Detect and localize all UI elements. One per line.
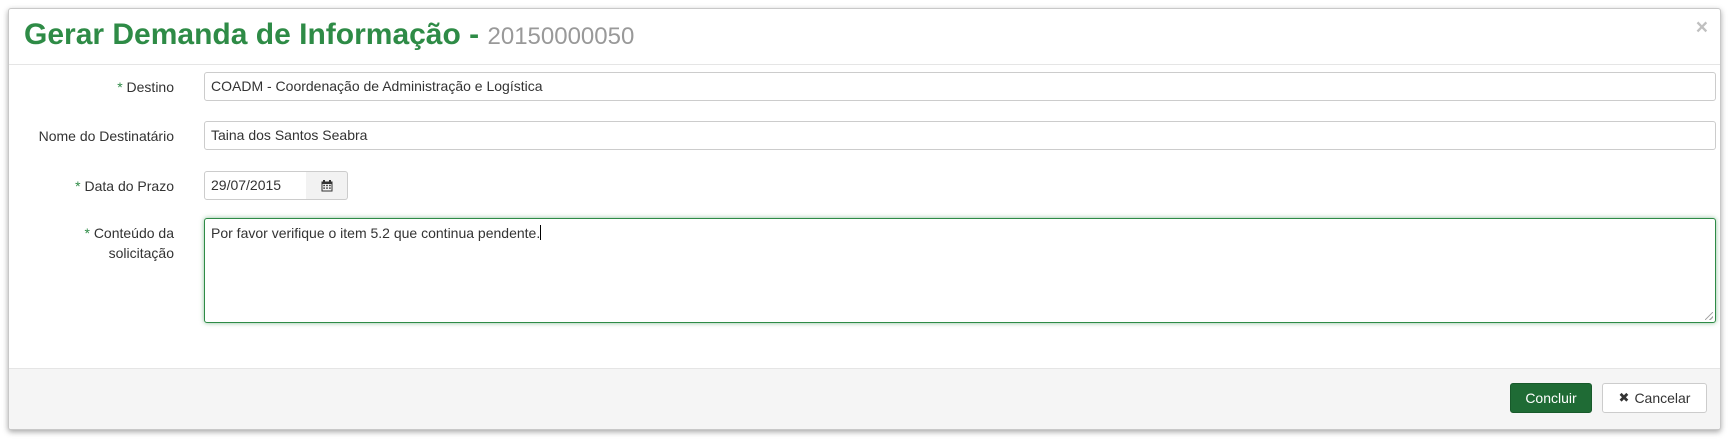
conteudo-textarea[interactable]: Por favor verifique o item 5.2 que conti… [204,218,1716,323]
resize-grip-icon[interactable] [1705,312,1713,320]
data-prazo-label: * Data do Prazo [75,176,174,196]
destino-label: * Destino [117,77,174,97]
modal-title: Gerar Demanda de Informação - 2015000005… [24,18,634,52]
modal-title-text: Gerar Demanda de Informação - [24,18,480,51]
modal-dialog: Gerar Demanda de Informação - 2015000005… [8,8,1721,430]
conteudo-label-line1: Conteúdo da [93,225,174,241]
field-row-destino: * Destino COADM - Coordenação de Adminis… [9,72,1720,102]
data-prazo-input[interactable]: 29/07/2015 [204,171,307,200]
calendar-button[interactable] [306,171,348,200]
required-mark: * [117,79,123,95]
calendar-icon [321,179,332,191]
modal-footer: Concluir ✖ Cancelar [9,368,1720,429]
data-prazo-value: 29/07/2015 [211,177,282,193]
nome-destinatario-label: Nome do Destinatário [38,128,174,144]
concluir-button[interactable]: Concluir [1510,383,1592,413]
close-icon[interactable]: × [1696,17,1708,38]
conteudo-value: Por favor verifique o item 5.2 que conti… [211,225,541,241]
data-prazo-label-text: Data do Prazo [84,178,175,194]
modal-header: Gerar Demanda de Informação - 2015000005… [9,9,1720,65]
conteudo-label-line2: solicitação [108,245,174,261]
demand-number: 20150000050 [487,23,635,50]
destino-input[interactable]: COADM - Coordenação de Administração e L… [204,72,1716,101]
field-row-conteudo: * Conteúdo da solicitação Por favor veri… [9,218,1720,331]
cancel-x-icon: ✖ [1618,390,1630,405]
destino-label-text: Destino [126,79,174,95]
conteudo-label: * Conteúdo da solicitação [84,223,174,263]
required-mark: * [84,225,90,241]
field-row-data-prazo: * Data do Prazo 29/07/2015 [9,171,1720,201]
destino-value: COADM - Coordenação de Administração e L… [211,78,543,94]
nome-destinatario-value: Taina dos Santos Seabra [211,127,368,143]
cancelar-label: Cancelar [1634,390,1691,406]
required-mark: * [75,178,81,194]
text-caret [540,225,542,240]
concluir-label: Concluir [1525,390,1577,406]
cancelar-button[interactable]: ✖ Cancelar [1602,383,1707,413]
nome-destinatario-input[interactable]: Taina dos Santos Seabra [204,121,1716,150]
field-row-nome-destinatario: Nome do Destinatário Taina dos Santos Se… [9,121,1720,151]
